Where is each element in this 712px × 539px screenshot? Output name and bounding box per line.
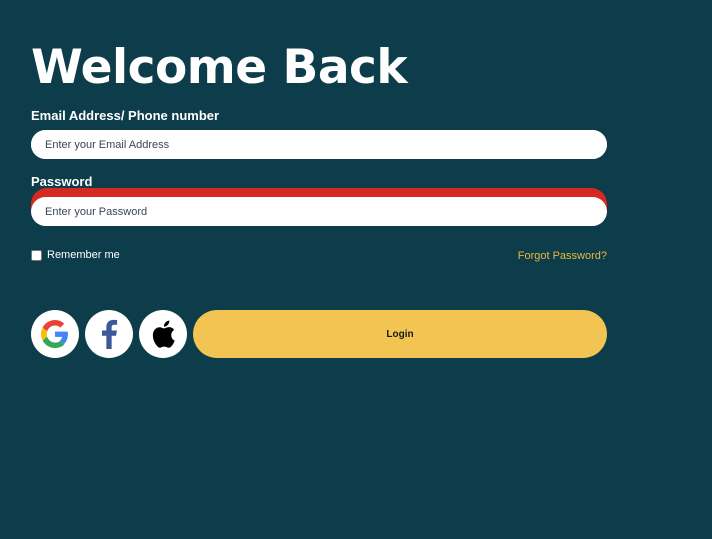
login-button[interactable]: Login <box>193 310 607 358</box>
remember-me-label: Remember me <box>47 249 120 261</box>
page-title: Welcome Back <box>31 40 408 95</box>
facebook-icon <box>101 319 118 349</box>
email-label: Email Address/ Phone number <box>31 108 220 123</box>
password-label: Password <box>31 174 93 189</box>
password-field[interactable] <box>31 197 607 226</box>
email-field-wrapper <box>31 130 607 159</box>
google-login-button[interactable] <box>31 310 79 358</box>
remember-me-checkbox[interactable] <box>31 249 42 261</box>
remember-me[interactable]: Remember me <box>31 249 120 261</box>
forgot-password-link[interactable]: Forgot Password? <box>518 250 607 262</box>
google-icon <box>41 320 68 348</box>
login-page: Welcome Back Email Address/ Phone number… <box>0 0 712 539</box>
password-field-wrapper <box>31 188 607 226</box>
email-field[interactable] <box>31 130 607 159</box>
facebook-login-button[interactable] <box>85 310 133 358</box>
apple-login-button[interactable] <box>139 310 187 358</box>
apple-icon <box>152 320 175 348</box>
